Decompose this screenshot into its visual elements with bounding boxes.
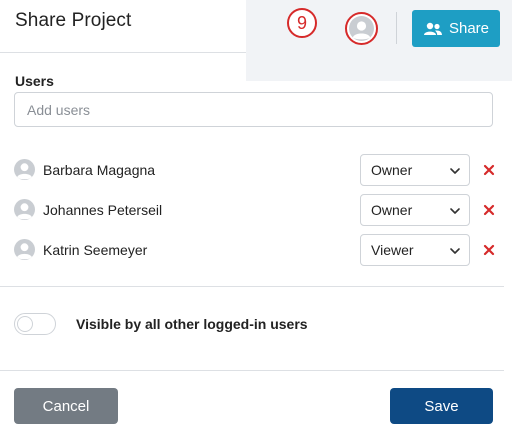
role-select[interactable]: Owner <box>360 154 470 186</box>
footer-divider <box>0 370 504 371</box>
user-row: Johannes Peterseil Owner <box>0 194 512 226</box>
chevron-down-icon <box>450 208 460 214</box>
users-icon <box>423 22 442 35</box>
user-avatar-icon <box>14 159 35 180</box>
role-value: Viewer <box>371 242 414 258</box>
role-value: Owner <box>371 202 413 218</box>
users-label: Users <box>15 73 54 89</box>
share-button[interactable]: Share <box>412 10 500 47</box>
role-value: Owner <box>371 162 413 178</box>
remove-user-button[interactable] <box>482 203 496 217</box>
header-divider <box>0 52 246 53</box>
save-button[interactable]: Save <box>390 388 493 424</box>
current-user-avatar[interactable] <box>345 12 378 45</box>
step-badge: 9 <box>287 8 317 38</box>
remove-user-button[interactable] <box>482 163 496 177</box>
share-button-label: Share <box>448 20 490 37</box>
share-project-dialog: Share Project 9 Share Users Barbara Maga… <box>0 0 512 438</box>
user-row: Katrin Seemeyer Viewer <box>0 234 512 266</box>
visibility-label: Visible by all other logged-in users <box>76 316 308 332</box>
add-users-input[interactable] <box>14 92 493 127</box>
user-avatar-icon <box>349 16 374 41</box>
user-name: Barbara Magagna <box>43 162 156 178</box>
chevron-down-icon <box>450 168 460 174</box>
cancel-button[interactable]: Cancel <box>14 388 118 424</box>
user-avatar-icon <box>14 239 35 260</box>
role-select[interactable]: Owner <box>360 194 470 226</box>
user-row: Barbara Magagna Owner <box>0 154 512 186</box>
user-name: Katrin Seemeyer <box>43 242 148 258</box>
toggle-knob <box>17 316 33 332</box>
toolbar-separator <box>396 12 397 44</box>
visibility-toggle[interactable] <box>14 313 56 335</box>
role-select[interactable]: Viewer <box>360 234 470 266</box>
user-name: Johannes Peterseil <box>43 202 163 218</box>
remove-user-button[interactable] <box>482 243 496 257</box>
user-avatar-icon <box>14 199 35 220</box>
section-divider <box>0 286 504 287</box>
dialog-title: Share Project <box>15 10 132 31</box>
chevron-down-icon <box>450 248 460 254</box>
